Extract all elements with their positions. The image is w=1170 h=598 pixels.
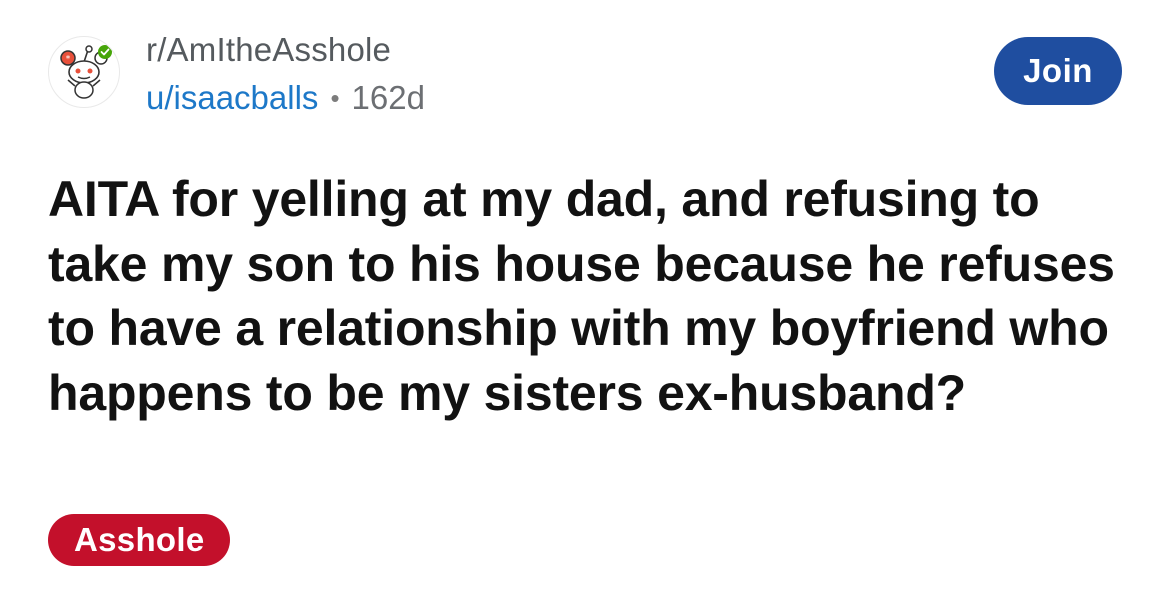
post-title[interactable]: AITA for yelling at my dad, and refusing… bbox=[48, 167, 1128, 425]
post-age: 162d bbox=[351, 79, 425, 116]
svg-text:*: * bbox=[66, 55, 71, 65]
author-username[interactable]: u/isaacballs bbox=[146, 78, 318, 118]
subreddit-avatar[interactable]: * bbox=[48, 36, 120, 108]
post-byline: u/isaacballs • 162d bbox=[146, 78, 425, 118]
join-button[interactable]: Join bbox=[994, 37, 1122, 105]
post-meta: r/AmItheAsshole u/isaacballs • 162d bbox=[146, 30, 425, 118]
byline-separator: • bbox=[330, 83, 340, 113]
post-card: * r/AmItheAsshole u/isaacballs • 162d Jo… bbox=[0, 0, 1170, 598]
subreddit-snoo-icon: * bbox=[60, 45, 112, 99]
post-header: * r/AmItheAsshole u/isaacballs • 162d Jo… bbox=[48, 30, 1122, 116]
subreddit-name[interactable]: r/AmItheAsshole bbox=[146, 30, 425, 70]
post-flair-badge[interactable]: Asshole bbox=[48, 514, 231, 566]
